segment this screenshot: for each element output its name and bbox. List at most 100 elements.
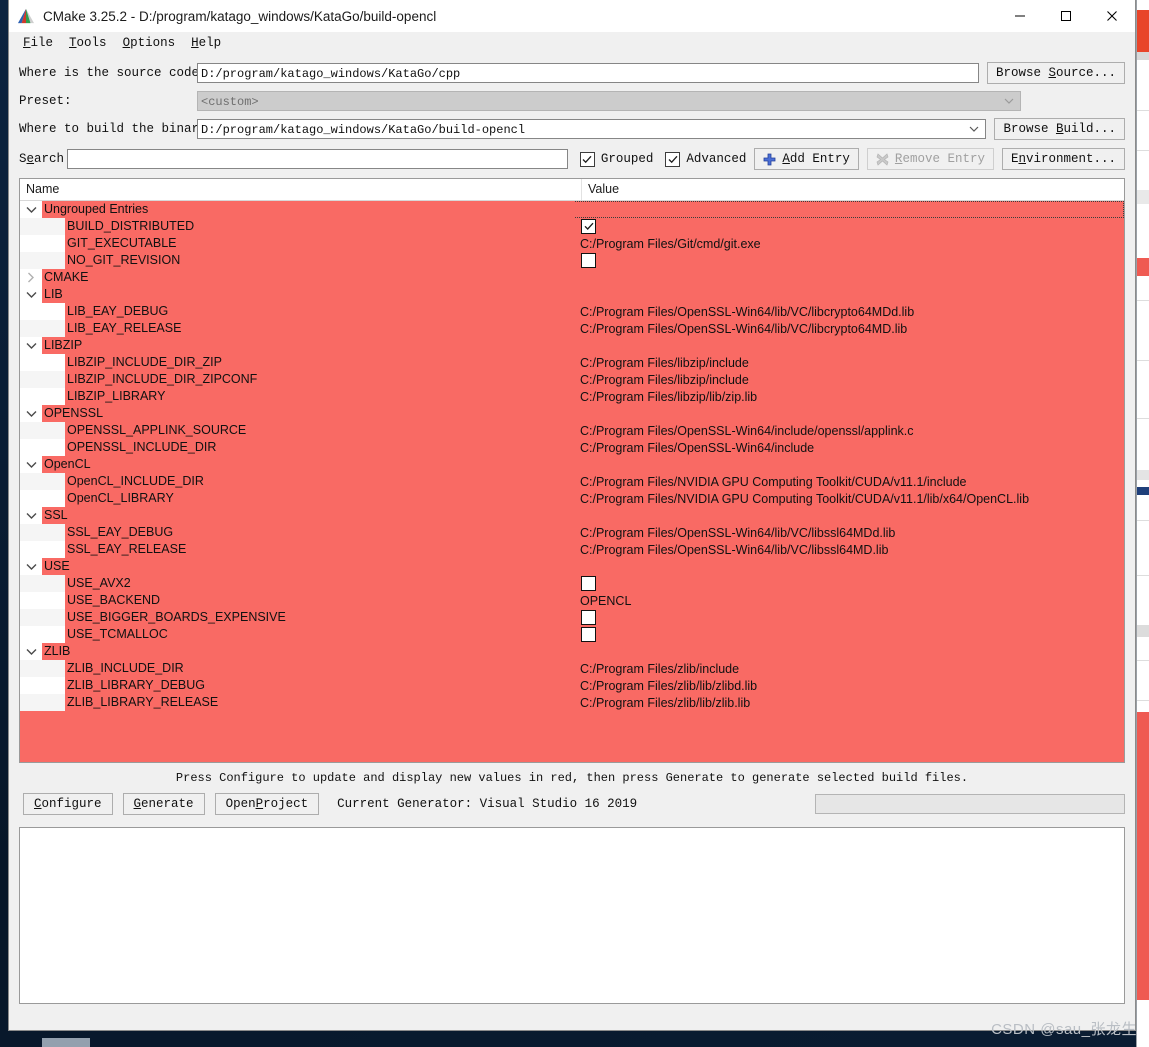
tree-value-cell[interactable]: C:/Program Files/OpenSSL-Win64/lib/VC/li… (575, 320, 1124, 337)
tree-value-cell[interactable]: C:/Program Files/OpenSSL-Win64/include/o… (575, 422, 1124, 439)
chevron-down-icon[interactable] (20, 201, 42, 218)
tree-group-label: SSL (42, 507, 74, 524)
tree-group-row[interactable]: USE (20, 558, 1124, 575)
tree-value-cell[interactable]: C:/Program Files/OpenSSL-Win64/lib/VC/li… (575, 524, 1124, 541)
tree-value-cell[interactable] (575, 626, 1124, 643)
column-header-name[interactable]: Name (20, 179, 582, 200)
preset-select[interactable]: <custom> (197, 91, 1021, 111)
tree-entry-row[interactable]: LIB_EAY_DEBUG C:/Program Files/OpenSSL-Wi… (20, 303, 1124, 320)
tree-group-row[interactable]: OpenCL (20, 456, 1124, 473)
tree-value-cell[interactable]: OPENCL (575, 592, 1124, 609)
value-checkbox[interactable] (581, 219, 596, 234)
tree-value-cell[interactable] (575, 252, 1124, 269)
tree-group-row[interactable]: OPENSSL (20, 405, 1124, 422)
column-header-value[interactable]: Value (582, 179, 1124, 200)
chevron-down-icon[interactable] (20, 558, 42, 575)
tree-value-cell[interactable]: C:/Program Files/zlib/include (575, 660, 1124, 677)
tree-value-cell[interactable]: C:/Program Files/zlib/lib/zlibd.lib (575, 677, 1124, 694)
source-input[interactable]: D:/program/katago_windows/KataGo/cpp (197, 63, 979, 83)
menu-item-help[interactable]: Help (187, 34, 233, 52)
advanced-checkbox[interactable]: Advanced (665, 151, 746, 167)
tree-group-row[interactable]: CMAKE (20, 269, 1124, 286)
output-log[interactable] (19, 827, 1125, 1004)
tree-value-cell[interactable]: C:/Program Files/OpenSSL-Win64/include (575, 439, 1124, 456)
grouped-checkbox[interactable]: Grouped (579, 151, 653, 167)
tree-group-row[interactable]: LIBZIP (20, 337, 1124, 354)
tree-entry-row[interactable]: NO_GIT_REVISION (20, 252, 1124, 269)
chevron-down-icon[interactable] (20, 643, 42, 660)
browse-build-button[interactable]: Browse Build... (994, 118, 1125, 140)
chevron-right-icon[interactable] (20, 269, 42, 286)
tree-entry-row[interactable]: OpenCL_LIBRARY C:/Program Files/NVIDIA GP… (20, 490, 1124, 507)
tree-value-cell[interactable]: C:/Program Files/NVIDIA GPU Computing To… (575, 490, 1124, 507)
minimize-button[interactable] (997, 0, 1043, 32)
tree-entry-row[interactable]: OPENSSL_INCLUDE_DIR C:/Program Files/Open… (20, 439, 1124, 456)
tree-value-cell[interactable]: C:/Program Files/libzip/include (575, 354, 1124, 371)
tree-entry-name: LIB_EAY_RELEASE (65, 320, 575, 337)
tree-value-cell (575, 456, 1124, 473)
tree-entry-row[interactable]: BUILD_DISTRIBUTED (20, 218, 1124, 235)
tree-group-row[interactable]: Ungrouped Entries (20, 201, 1124, 218)
tree-entry-row[interactable]: ZLIB_INCLUDE_DIR C:/Program Files/zlib/in… (20, 660, 1124, 677)
tree-group-row[interactable]: SSL (20, 507, 1124, 524)
tree-entry-row[interactable]: USE_TCMALLOC (20, 626, 1124, 643)
tree-entry-row[interactable]: SSL_EAY_RELEASE C:/Program Files/OpenSSL-… (20, 541, 1124, 558)
tree-entry-row[interactable]: SSL_EAY_DEBUG C:/Program Files/OpenSSL-Wi… (20, 524, 1124, 541)
search-input[interactable] (67, 149, 568, 169)
tree-entry-row[interactable]: LIBZIP_INCLUDE_DIR_ZIPCONF C:/Program Fil… (20, 371, 1124, 388)
remove-entry-button[interactable]: Remove Entry (866, 148, 994, 170)
tree-entry-row[interactable]: OPENSSL_APPLINK_SOURCE C:/Program Files/O… (20, 422, 1124, 439)
add-entry-button[interactable]: Add Entry (754, 148, 859, 170)
menu-item-tools[interactable]: Tools (65, 34, 119, 52)
tree-value-cell[interactable]: C:/Program Files/zlib/lib/zlib.lib (575, 694, 1124, 711)
chevron-down-icon[interactable] (20, 405, 42, 422)
tree-entry-row[interactable]: LIBZIP_LIBRARY C:/Program Files/libzip/li… (20, 388, 1124, 405)
tree-group-row[interactable]: ZLIB (20, 643, 1124, 660)
tree-group-row[interactable]: LIB (20, 286, 1124, 303)
value-checkbox[interactable] (581, 610, 596, 625)
build-input[interactable]: D:/program/katago_windows/KataGo/build-o… (197, 119, 987, 139)
tree-entry-row[interactable]: USE_AVX2 (20, 575, 1124, 592)
menu-item-file[interactable]: FFileile (19, 34, 65, 52)
chevron-down-icon[interactable] (20, 286, 42, 303)
tree-entry-row[interactable]: USE_BIGGER_BOARDS_EXPENSIVE (20, 609, 1124, 626)
title-bar[interactable]: CMake 3.25.2 - D:/program/katago_windows… (9, 0, 1135, 32)
tree-indent-gutter (20, 575, 65, 592)
value-checkbox[interactable] (581, 253, 596, 268)
value-checkbox[interactable] (581, 627, 596, 642)
tree-entry-row[interactable]: ZLIB_LIBRARY_RELEASE C:/Program Files/zli… (20, 694, 1124, 711)
tree-value-cell[interactable]: C:/Program Files/libzip/include (575, 371, 1124, 388)
menu-item-options[interactable]: Options (119, 34, 188, 52)
tree-entry-row[interactable]: GIT_EXECUTABLE C:/Program Files/Git/cmd/g… (20, 235, 1124, 252)
configure-button[interactable]: Configure (23, 793, 113, 815)
browse-source-button[interactable]: Browse Source... (986, 62, 1125, 84)
tree-value-cell[interactable] (575, 575, 1124, 592)
open-project-button[interactable]: Open Project (214, 793, 320, 815)
tree-value-cell[interactable]: C:/Program Files/NVIDIA GPU Computing To… (575, 473, 1124, 490)
tree-entry-row[interactable]: USE_BACKEND OPENCL (20, 592, 1124, 609)
chevron-down-icon[interactable] (20, 507, 42, 524)
chevron-down-icon[interactable] (20, 456, 42, 473)
chevron-down-icon[interactable] (20, 337, 42, 354)
tree-value-cell[interactable] (575, 218, 1124, 235)
generate-button[interactable]: Generate (122, 793, 205, 815)
tree-entry-row[interactable]: LIBZIP_INCLUDE_DIR_ZIP C:/Program Files/l… (20, 354, 1124, 371)
value-checkbox[interactable] (581, 576, 596, 591)
tree-name-cell: LIB_EAY_RELEASE (20, 320, 575, 337)
taskbar-item[interactable] (42, 1038, 90, 1047)
tree-entry-row[interactable]: OpenCL_INCLUDE_DIR C:/Program Files/NVIDI… (20, 473, 1124, 490)
tree-entry-row[interactable]: ZLIB_LIBRARY_DEBUG C:/Program Files/zlib/… (20, 677, 1124, 694)
environment-button[interactable]: En vironment... (1001, 148, 1125, 170)
tree-value-cell[interactable]: C:/Program Files/Git/cmd/git.exe (575, 235, 1124, 252)
tree-entry-name: LIBZIP_LIBRARY (65, 388, 575, 405)
tree-value-cell[interactable]: C:/Program Files/libzip/lib/zip.lib (575, 388, 1124, 405)
tree-value-cell[interactable]: C:/Program Files/OpenSSL-Win64/lib/VC/li… (575, 303, 1124, 320)
tree-value-cell[interactable]: C:/Program Files/OpenSSL-Win64/lib/VC/li… (575, 541, 1124, 558)
tree-entry-row[interactable]: LIB_EAY_RELEASE C:/Program Files/OpenSSL-… (20, 320, 1124, 337)
background-window[interactable] (1136, 0, 1149, 1047)
tree-value-cell[interactable] (575, 609, 1124, 626)
close-button[interactable] (1089, 0, 1135, 32)
cache-entries-tree[interactable]: Name Value Ungrouped Entries BUILD_DISTRI… (19, 178, 1125, 763)
maximize-button[interactable] (1043, 0, 1089, 32)
tree-row-fill (96, 456, 575, 473)
